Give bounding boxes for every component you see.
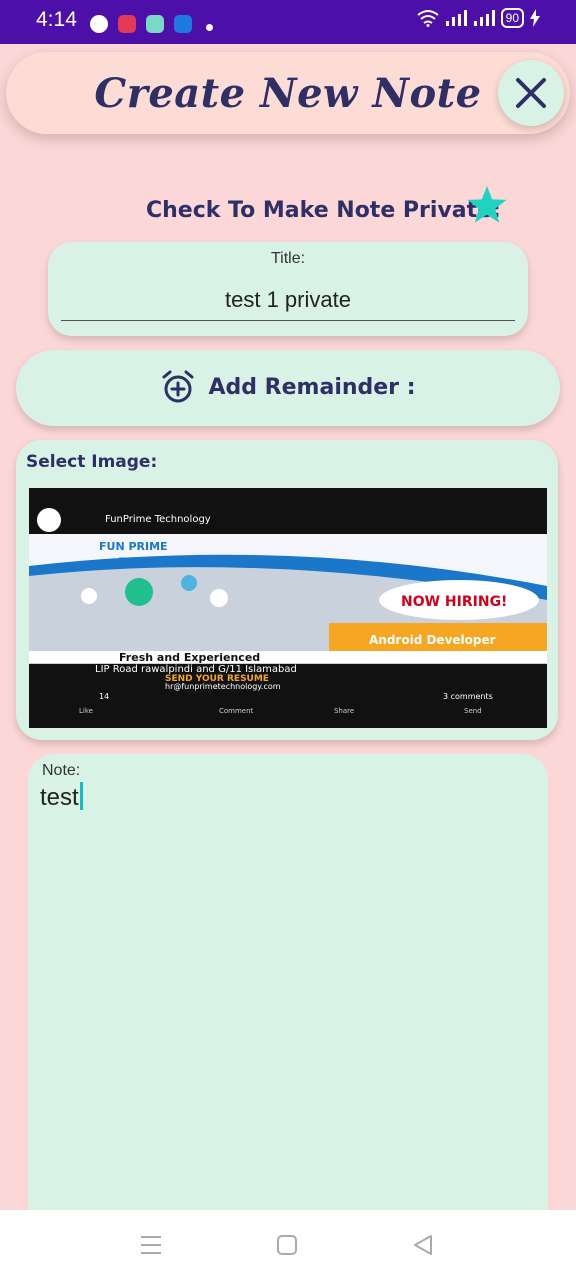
- status-indicators: 90: [417, 8, 540, 28]
- preview-reactions: 14: [99, 692, 109, 701]
- title-label: Title:: [270, 250, 306, 267]
- preview-comments: 3 comments: [443, 692, 493, 701]
- menu-icon[interactable]: [140, 1234, 162, 1256]
- preview-page-name: FunPrime Technology: [105, 514, 211, 525]
- image-card: Select Image: FunPrime Technology FUN PR…: [16, 440, 558, 740]
- reminder-content: Add Remainder :: [16, 370, 560, 404]
- text-cursor: [79, 782, 83, 810]
- home-icon[interactable]: [276, 1234, 298, 1256]
- preview-action-comment: Comment: [219, 707, 254, 715]
- image-preview-graphic: FunPrime Technology FUN PRIME TECHNOLOGY…: [29, 488, 547, 728]
- header-bar: Create New Note: [6, 52, 570, 134]
- title-input[interactable]: [61, 280, 515, 321]
- selected-image-preview[interactable]: FunPrime Technology FUN PRIME TECHNOLOGY…: [29, 488, 547, 728]
- preview-experience: Fresh and Experienced: [119, 651, 260, 664]
- select-image-label: Select Image:: [26, 452, 158, 472]
- close-icon: [516, 78, 546, 108]
- wifi-icon: [417, 10, 439, 27]
- signal-icon-2: [473, 10, 495, 26]
- close-button[interactable]: [498, 60, 564, 126]
- private-star-toggle[interactable]: [466, 184, 508, 226]
- more-notifications-icon: [206, 24, 213, 31]
- note-label: Note:: [42, 762, 81, 779]
- signal-icon: [445, 10, 467, 26]
- add-reminder-button[interactable]: Add Remainder :: [16, 350, 560, 426]
- add-alarm-icon: [162, 370, 193, 403]
- preview-action-like: Like: [79, 707, 93, 715]
- note-card[interactable]: Note: test: [28, 754, 548, 1224]
- navigation-bar: [0, 1210, 576, 1280]
- reminder-label: Add Remainder :: [208, 374, 416, 400]
- preview-hiring: NOW HIRING!: [401, 594, 507, 610]
- note-input[interactable]: test: [40, 782, 83, 812]
- preview-action-share: Share: [334, 707, 354, 715]
- usb-icon: [174, 15, 192, 33]
- battery-level: 90: [500, 8, 524, 28]
- status-time: 4:14: [36, 8, 77, 31]
- preview-action-send: Send: [464, 707, 482, 715]
- app-notification-icon: [146, 15, 164, 33]
- video-notification-icon: [118, 15, 136, 33]
- chat-notification-icon: [90, 15, 108, 33]
- page-title: Create New Note: [94, 70, 482, 117]
- status-bar: 4:14 90: [0, 0, 576, 44]
- preview-brand-sub: TECHNOLOGY: [118, 557, 161, 564]
- private-label: Check To Make Note Private:: [146, 198, 501, 223]
- title-card: Title:: [48, 242, 528, 336]
- charging-icon: [530, 9, 540, 27]
- preview-email: hr@funprimetechnology.com: [165, 682, 281, 691]
- back-icon[interactable]: [412, 1234, 434, 1256]
- note-text: test: [40, 784, 79, 811]
- preview-brand: FUN PRIME: [99, 540, 168, 553]
- preview-role: Android Developer: [369, 633, 496, 647]
